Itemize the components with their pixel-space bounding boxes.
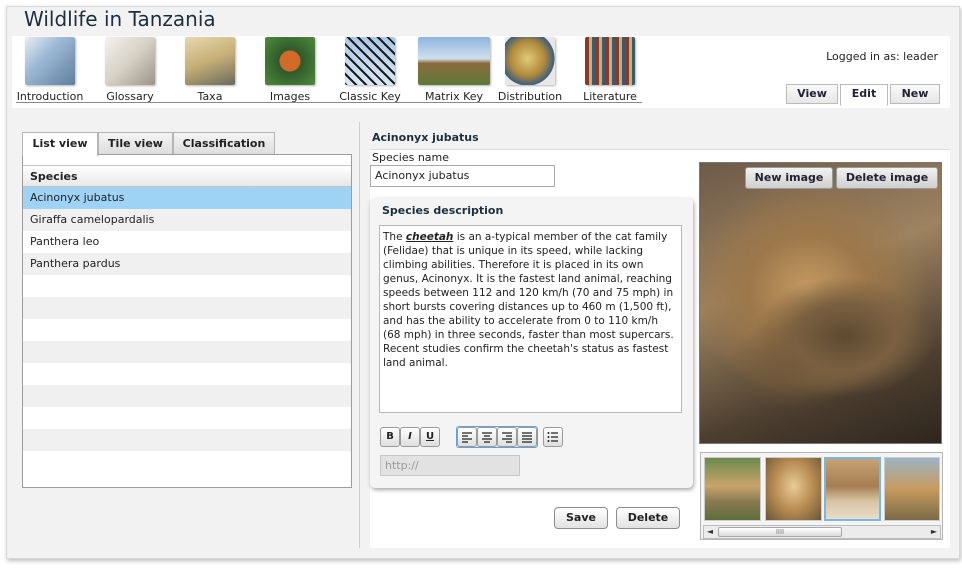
scientists-icon bbox=[25, 37, 75, 85]
thumbnail-image[interactable] bbox=[765, 457, 822, 521]
tab-new[interactable]: New bbox=[890, 84, 940, 104]
scroll-right-arrow-icon[interactable]: ► bbox=[928, 526, 940, 538]
species-detail: Acinonyx jubatus Species name Acinonyx j… bbox=[370, 124, 950, 548]
justify-icon bbox=[522, 432, 532, 443]
species-browser: List view Tile view Classification Speci… bbox=[12, 122, 360, 548]
nav-classic-key[interactable]: Classic Key bbox=[332, 36, 408, 103]
thumbnail-scrollbar[interactable]: ◄ IIII ► bbox=[703, 525, 941, 539]
save-button[interactable]: Save bbox=[554, 507, 608, 529]
list-item[interactable]: Acinonyx jubatus bbox=[23, 187, 351, 209]
reading-hand-icon bbox=[105, 37, 155, 85]
delete-button[interactable]: Delete bbox=[616, 507, 680, 529]
empty-row bbox=[23, 275, 351, 297]
app-title: Wildlife in Tanzania bbox=[24, 7, 216, 31]
empty-row bbox=[23, 385, 351, 407]
description-link[interactable]: cheetah bbox=[406, 231, 454, 243]
nav-divider bbox=[16, 102, 642, 103]
key-icon bbox=[418, 37, 490, 85]
species-list: Species Acinonyx jubatus Giraffa camelop… bbox=[22, 154, 352, 488]
bullet-list-icon bbox=[547, 432, 558, 442]
link-url-input[interactable]: http:// bbox=[380, 455, 520, 476]
bookshelf-icon bbox=[585, 37, 635, 85]
bullet-list-button[interactable] bbox=[543, 427, 563, 447]
empty-row bbox=[23, 297, 351, 319]
species-name-label: Species name bbox=[372, 151, 450, 164]
delete-image-button[interactable]: Delete image bbox=[836, 167, 938, 189]
empty-row bbox=[23, 407, 351, 429]
underline-button[interactable]: U bbox=[420, 427, 440, 447]
globe-icon bbox=[505, 37, 555, 85]
tab-view[interactable]: View bbox=[786, 84, 838, 104]
align-center-icon bbox=[482, 432, 492, 443]
empty-row bbox=[23, 319, 351, 341]
empty-row bbox=[23, 341, 351, 363]
description-prefix: The bbox=[383, 231, 406, 243]
empty-row bbox=[23, 363, 351, 385]
description-panel: Species description The cheetah is an a-… bbox=[370, 198, 693, 488]
image-thumbnails: ◄ IIII ► bbox=[700, 452, 943, 540]
tab-edit[interactable]: Edit bbox=[840, 84, 888, 106]
butterfly-icon bbox=[265, 37, 315, 85]
justify-button[interactable] bbox=[517, 427, 537, 447]
align-center-button[interactable] bbox=[477, 427, 497, 447]
align-left-icon bbox=[462, 432, 472, 443]
nav-matrix-key[interactable]: Matrix Key bbox=[412, 36, 496, 103]
description-editor[interactable]: The cheetah is an a-typical member of th… bbox=[379, 225, 682, 413]
nav-introduction[interactable]: Introduction bbox=[12, 36, 88, 103]
tree-branches-icon bbox=[345, 37, 395, 85]
detail-title: Acinonyx jubatus bbox=[372, 131, 479, 144]
logged-in-status: Logged in as: leader bbox=[826, 50, 938, 63]
nav-glossary[interactable]: Glossary bbox=[92, 36, 168, 103]
new-image-button[interactable]: New image bbox=[745, 167, 833, 189]
tab-tile-view[interactable]: Tile view bbox=[98, 132, 173, 155]
align-right-button[interactable] bbox=[497, 427, 517, 447]
nav-literature[interactable]: Literature bbox=[572, 36, 648, 103]
species-photo: New image Delete image bbox=[699, 162, 942, 444]
tab-list-view[interactable]: List view bbox=[22, 132, 98, 156]
nav-taxa[interactable]: Taxa bbox=[172, 36, 248, 103]
description-title: Species description bbox=[382, 204, 504, 217]
bold-button[interactable]: B bbox=[380, 427, 400, 447]
tab-classification[interactable]: Classification bbox=[173, 132, 275, 155]
italic-button[interactable]: I bbox=[400, 427, 420, 447]
empty-row bbox=[23, 451, 351, 473]
thumbnail-image[interactable] bbox=[704, 457, 761, 521]
align-left-button[interactable] bbox=[457, 427, 477, 447]
column-header-species[interactable]: Species bbox=[23, 165, 351, 187]
nav-distribution[interactable]: Distribution bbox=[492, 36, 568, 103]
thumbnail-image-selected[interactable] bbox=[824, 457, 881, 521]
list-item[interactable]: Giraffa camelopardalis bbox=[23, 209, 351, 231]
thumbnail-image[interactable] bbox=[884, 457, 940, 521]
list-item[interactable]: Panthera pardus bbox=[23, 253, 351, 275]
align-right-icon bbox=[502, 432, 512, 443]
file-folders-icon bbox=[185, 37, 235, 85]
empty-row bbox=[23, 429, 351, 451]
top-navigation: Introduction Glossary Taxa Images Classi… bbox=[12, 36, 950, 108]
description-body: is an a-typical member of the cat family… bbox=[383, 231, 674, 369]
species-name-input[interactable]: Acinonyx jubatus bbox=[370, 165, 555, 187]
nav-images[interactable]: Images bbox=[252, 36, 328, 103]
scroll-left-arrow-icon[interactable]: ◄ bbox=[704, 526, 716, 538]
list-item[interactable]: Panthera leo bbox=[23, 231, 351, 253]
scroll-thumb[interactable]: IIII bbox=[718, 527, 842, 537]
